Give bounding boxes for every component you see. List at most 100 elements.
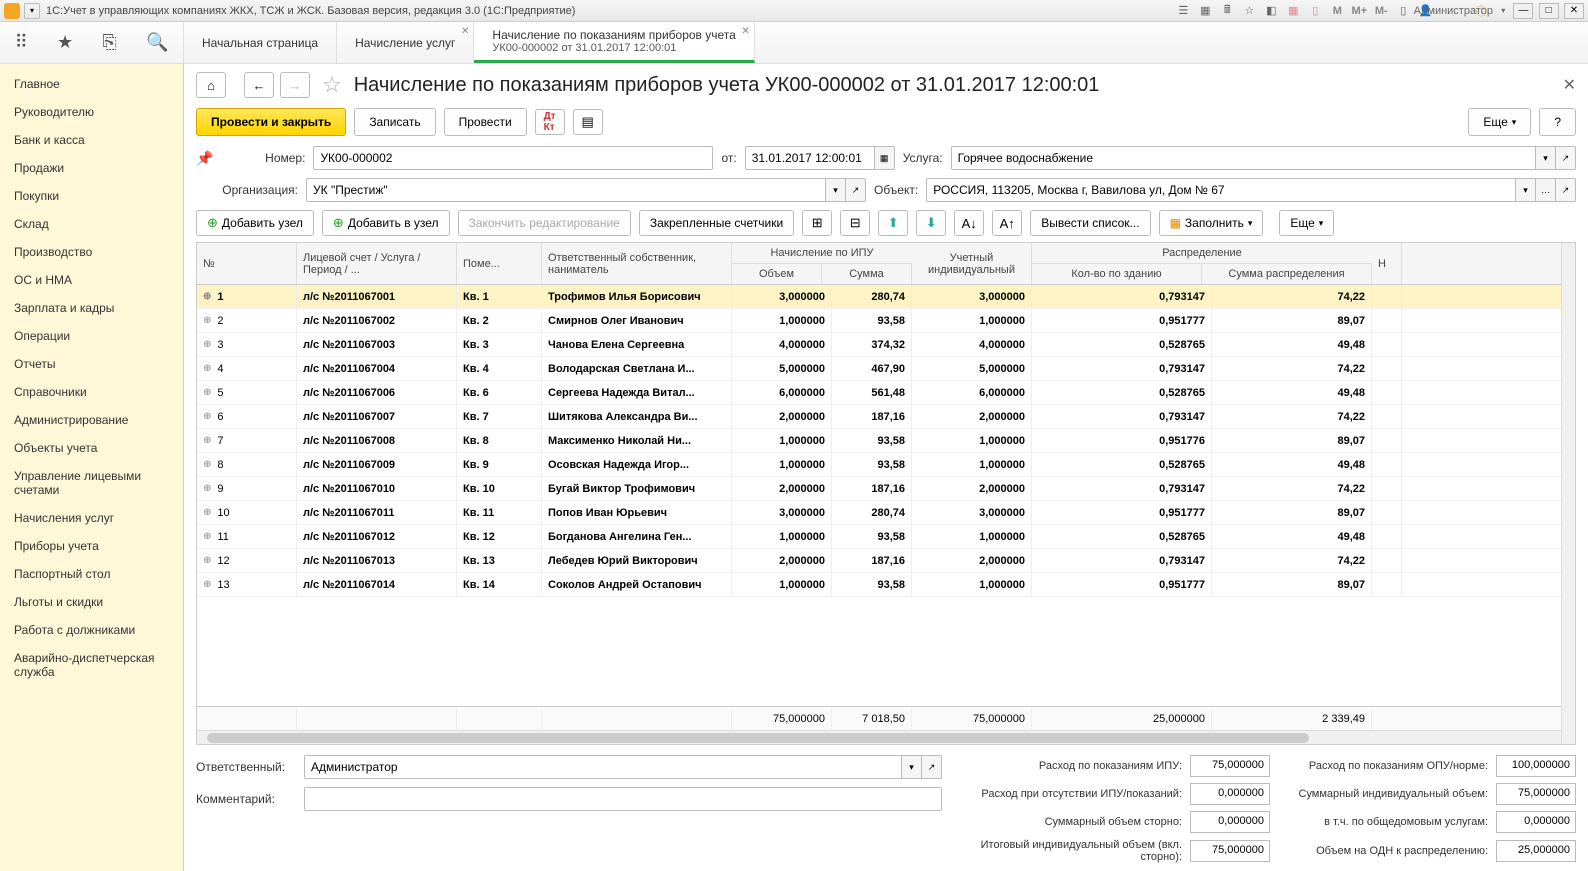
expand-icon[interactable]: ⊕	[203, 387, 211, 398]
info-dd[interactable]: ▾	[1495, 3, 1511, 19]
sidebar-item[interactable]: Льготы и скидки	[0, 588, 183, 616]
open-icon[interactable]: ↗	[1556, 146, 1576, 170]
sidebar-item[interactable]: Аварийно-диспетчерская служба	[0, 644, 183, 686]
grid-body[interactable]: ⊕1л/с №2011067001Кв. 1Трофимов Илья Бори…	[197, 285, 1575, 706]
tab-home[interactable]: Начальная страница	[184, 22, 337, 63]
chevron-down-icon[interactable]: ▾	[1536, 146, 1556, 170]
tb-m-minus[interactable]: M-	[1373, 3, 1389, 19]
sidebar-item[interactable]: Объекты учета	[0, 434, 183, 462]
object-field[interactable]	[926, 178, 1516, 202]
output-list-button[interactable]: Вывести список...	[1030, 210, 1150, 236]
tb-m[interactable]: M	[1329, 3, 1345, 19]
tree-expand-button[interactable]: ⊞	[802, 210, 832, 236]
user-label[interactable]: Администратор	[1445, 3, 1461, 19]
move-down-button[interactable]: ⬇	[916, 210, 946, 236]
sidebar-item[interactable]: Работа с должниками	[0, 616, 183, 644]
tb-icon-calendar[interactable]: ▦	[1285, 3, 1301, 19]
add-node-button[interactable]: ⊕Добавить узел	[196, 210, 314, 236]
end-edit-button[interactable]: Закончить редактирование	[458, 210, 631, 236]
report-icon-button[interactable]: ▤	[573, 109, 603, 135]
tree-collapse-button[interactable]: ⊟	[840, 210, 870, 236]
sidebar-item[interactable]: Управление лицевыми счетами	[0, 462, 183, 504]
move-up-button[interactable]: ⬆	[878, 210, 908, 236]
add-in-node-button[interactable]: ⊕Добавить в узел	[322, 210, 450, 236]
info-icon[interactable]: ⓘ	[1473, 3, 1489, 19]
maximize-button[interactable]: □	[1539, 3, 1559, 19]
sort-asc-button[interactable]: A↓	[954, 210, 984, 236]
sidebar-item[interactable]: Главное	[0, 70, 183, 98]
tb-m-plus[interactable]: M+	[1351, 3, 1367, 19]
expand-icon[interactable]: ⊕	[203, 339, 211, 350]
table-row[interactable]: ⊕5л/с №2011067006Кв. 6Сергеева Надежда В…	[197, 381, 1575, 405]
col-sum[interactable]: Сумма	[822, 264, 912, 284]
tb-icon-5[interactable]: ◧	[1263, 3, 1279, 19]
table-row[interactable]: ⊕8л/с №2011067009Кв. 9Осовская Надежда И…	[197, 453, 1575, 477]
apps-icon[interactable]: ⠿	[15, 32, 28, 53]
col-account[interactable]: Лицевой счет / Услуга / Период / ...	[297, 243, 457, 284]
date-field[interactable]	[745, 146, 875, 170]
expand-icon[interactable]: ⊕	[203, 483, 211, 494]
sidebar-item[interactable]: ОС и НМА	[0, 266, 183, 294]
table-row[interactable]: ⊕12л/с №2011067013Кв. 13Лебедев Юрий Вик…	[197, 549, 1575, 573]
expand-icon[interactable]: ⊕	[203, 555, 211, 566]
run-button[interactable]: Провести	[444, 108, 527, 136]
open-icon[interactable]: ↗	[922, 755, 942, 779]
table-row[interactable]: ⊕4л/с №2011067004Кв. 4Володарская Светла…	[197, 357, 1575, 381]
col-ipu-group[interactable]: Начисление по ИПУ	[732, 243, 912, 264]
history-icon[interactable]: ⎘	[102, 32, 116, 53]
sidebar-item[interactable]: Администрирование	[0, 406, 183, 434]
favorite-icon[interactable]: ★	[57, 32, 73, 53]
save-button[interactable]: Записать	[354, 108, 435, 136]
fixed-meters-button[interactable]: Закрепленные счетчики	[639, 210, 794, 236]
tb-icon-1[interactable]: ☰	[1175, 3, 1191, 19]
col-dist-group[interactable]: Распределение	[1032, 243, 1372, 264]
sidebar-item[interactable]: Начисления услуг	[0, 504, 183, 532]
expand-icon[interactable]: ⊕	[203, 531, 211, 542]
close-button[interactable]: ✕	[1564, 3, 1584, 19]
sidebar-item[interactable]: Руководителю	[0, 98, 183, 126]
tab-meter-charges[interactable]: Начисление по показаниям приборов учета …	[474, 22, 754, 63]
col-uchet[interactable]: Учетный индивидуальный	[912, 243, 1032, 284]
expand-icon[interactable]: ⊕	[203, 579, 211, 590]
close-page-button[interactable]: ✕	[1563, 75, 1576, 95]
chevron-down-icon[interactable]: ▾	[902, 755, 922, 779]
expand-icon[interactable]: ⊕	[203, 291, 211, 302]
forward-button[interactable]: →	[280, 72, 310, 98]
table-row[interactable]: ⊕6л/с №2011067007Кв. 7Шитякова Александр…	[197, 405, 1575, 429]
table-row[interactable]: ⊕7л/с №2011067008Кв. 8Максименко Николай…	[197, 429, 1575, 453]
calendar-icon[interactable]: ▦	[875, 146, 895, 170]
open-icon[interactable]: ↗	[1556, 178, 1576, 202]
tab-services[interactable]: Начисление услуг✕	[337, 22, 474, 63]
org-field[interactable]	[306, 178, 826, 202]
sort-desc-button[interactable]: A↑	[992, 210, 1022, 236]
table-row[interactable]: ⊕1л/с №2011067001Кв. 1Трофимов Илья Бори…	[197, 285, 1575, 309]
close-icon[interactable]: ✕	[741, 26, 749, 37]
vertical-scrollbar[interactable]	[1561, 243, 1575, 744]
home-button[interactable]: ⌂	[196, 72, 226, 98]
dt-icon-button[interactable]: ДтКт	[535, 109, 565, 135]
sidebar-item[interactable]: Зарплата и кадры	[0, 294, 183, 322]
sidebar-item[interactable]: Склад	[0, 210, 183, 238]
table-row[interactable]: ⊕13л/с №2011067014Кв. 14Соколов Андрей О…	[197, 573, 1575, 597]
expand-icon[interactable]: ⊕	[203, 363, 211, 374]
sidebar-item[interactable]: Операции	[0, 322, 183, 350]
table-row[interactable]: ⊕2л/с №2011067002Кв. 2Смирнов Олег Ивано…	[197, 309, 1575, 333]
sidebar-item[interactable]: Паспортный стол	[0, 560, 183, 588]
col-room[interactable]: Поме...	[457, 243, 542, 284]
col-h[interactable]: Н	[1372, 243, 1402, 284]
tb-icon-3[interactable]: 🖩	[1219, 3, 1235, 19]
col-owner[interactable]: Ответственный собственник, наниматель	[542, 243, 732, 284]
chevron-down-icon[interactable]: ▾	[1516, 178, 1536, 202]
comment-field[interactable]	[304, 787, 942, 811]
bookmark-icon[interactable]: ☆	[322, 72, 342, 98]
sidebar-item[interactable]: Банк и касса	[0, 126, 183, 154]
responsible-field[interactable]	[304, 755, 902, 779]
horizontal-scrollbar[interactable]	[197, 730, 1575, 744]
tb-icon-7[interactable]: ▯	[1307, 3, 1323, 19]
col-volume[interactable]: Объем	[732, 264, 822, 284]
expand-icon[interactable]: ⊕	[203, 459, 211, 470]
table-row[interactable]: ⊕10л/с №2011067011Кв. 11Попов Иван Юрьев…	[197, 501, 1575, 525]
table-row[interactable]: ⊕9л/с №2011067010Кв. 10Бугай Виктор Троф…	[197, 477, 1575, 501]
expand-icon[interactable]: ⊕	[203, 411, 211, 422]
search-icon[interactable]: 🔍	[146, 32, 168, 53]
